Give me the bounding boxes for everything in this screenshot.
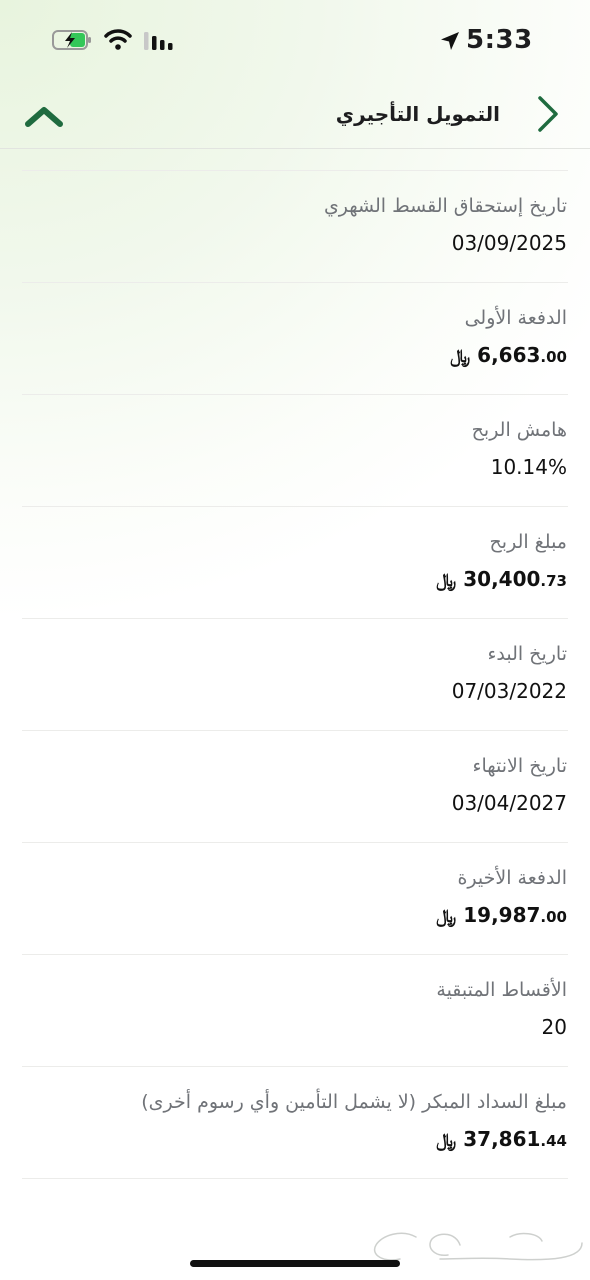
detail-label: الدفعة الأولى <box>464 307 567 329</box>
sar-currency-icon: ﷼ <box>436 570 457 591</box>
status-bar: 5:33 <box>0 0 590 80</box>
financing-details-list: تاريخ إستحقاق القسط الشهري 03/09/2025 ال… <box>22 170 568 1179</box>
amount-value: ﷼ 37,861.44 <box>436 1127 567 1151</box>
detail-value: 03/04/2027 <box>451 791 567 815</box>
detail-value: 10.14% <box>490 455 567 479</box>
detail-row-early-settlement: مبلغ السداد المبكر (لا يشمل التأمين وأي … <box>22 1067 568 1179</box>
location-arrow-icon <box>441 32 459 50</box>
sar-currency-icon: ﷼ <box>450 346 471 367</box>
nav-bar: التمويل التأجيري <box>0 80 590 149</box>
detail-label: الدفعة الأخيرة <box>457 867 567 889</box>
chevron-up-icon[interactable] <box>22 100 66 130</box>
battery-charging-icon <box>52 30 91 50</box>
amount-value: ﷼ 30,400.73 <box>436 567 567 591</box>
detail-value: 07/03/2022 <box>451 679 567 703</box>
detail-value: 20 <box>541 1015 567 1039</box>
detail-row-remaining-installments: الأقساط المتبقية 20 <box>22 955 568 1067</box>
clock-time: 5:33 <box>466 25 533 55</box>
detail-label: الأقساط المتبقية <box>436 979 567 1001</box>
detail-row-profit-amount: مبلغ الربح ﷼ 30,400.73 <box>22 507 568 619</box>
detail-value: 03/09/2025 <box>451 231 567 255</box>
home-indicator[interactable] <box>190 1260 400 1267</box>
amount-value: ﷼ 19,987.00 <box>436 903 567 927</box>
detail-row-due-date: تاريخ إستحقاق القسط الشهري 03/09/2025 <box>22 171 568 283</box>
chevron-right-icon[interactable] <box>532 94 562 134</box>
detail-row-final-payment: الدفعة الأخيرة ﷼ 19,987.00 <box>22 843 568 955</box>
detail-label: تاريخ الانتهاء <box>472 755 567 777</box>
detail-label: مبلغ السداد المبكر (لا يشمل التأمين وأي … <box>141 1091 567 1113</box>
sar-currency-icon: ﷼ <box>436 1130 457 1151</box>
detail-row-profit-margin: هامش الربح 10.14% <box>22 395 568 507</box>
detail-row-start-date: تاريخ البدء 07/03/2022 <box>22 619 568 731</box>
detail-label: تاريخ البدء <box>487 643 567 665</box>
detail-row-end-date: تاريخ الانتهاء 03/04/2027 <box>22 731 568 843</box>
detail-row-down-payment: الدفعة الأولى ﷼ 6,663.00 <box>22 283 568 395</box>
wifi-icon <box>104 29 132 50</box>
page-title: التمويل التأجيري <box>335 102 500 126</box>
detail-label: مبلغ الربح <box>489 531 567 553</box>
cellular-signal-icon <box>144 32 173 50</box>
sar-currency-icon: ﷼ <box>436 906 457 927</box>
detail-label: هامش الربح <box>471 419 567 441</box>
amount-value: ﷼ 6,663.00 <box>450 343 567 367</box>
detail-label: تاريخ إستحقاق القسط الشهري <box>323 195 567 217</box>
